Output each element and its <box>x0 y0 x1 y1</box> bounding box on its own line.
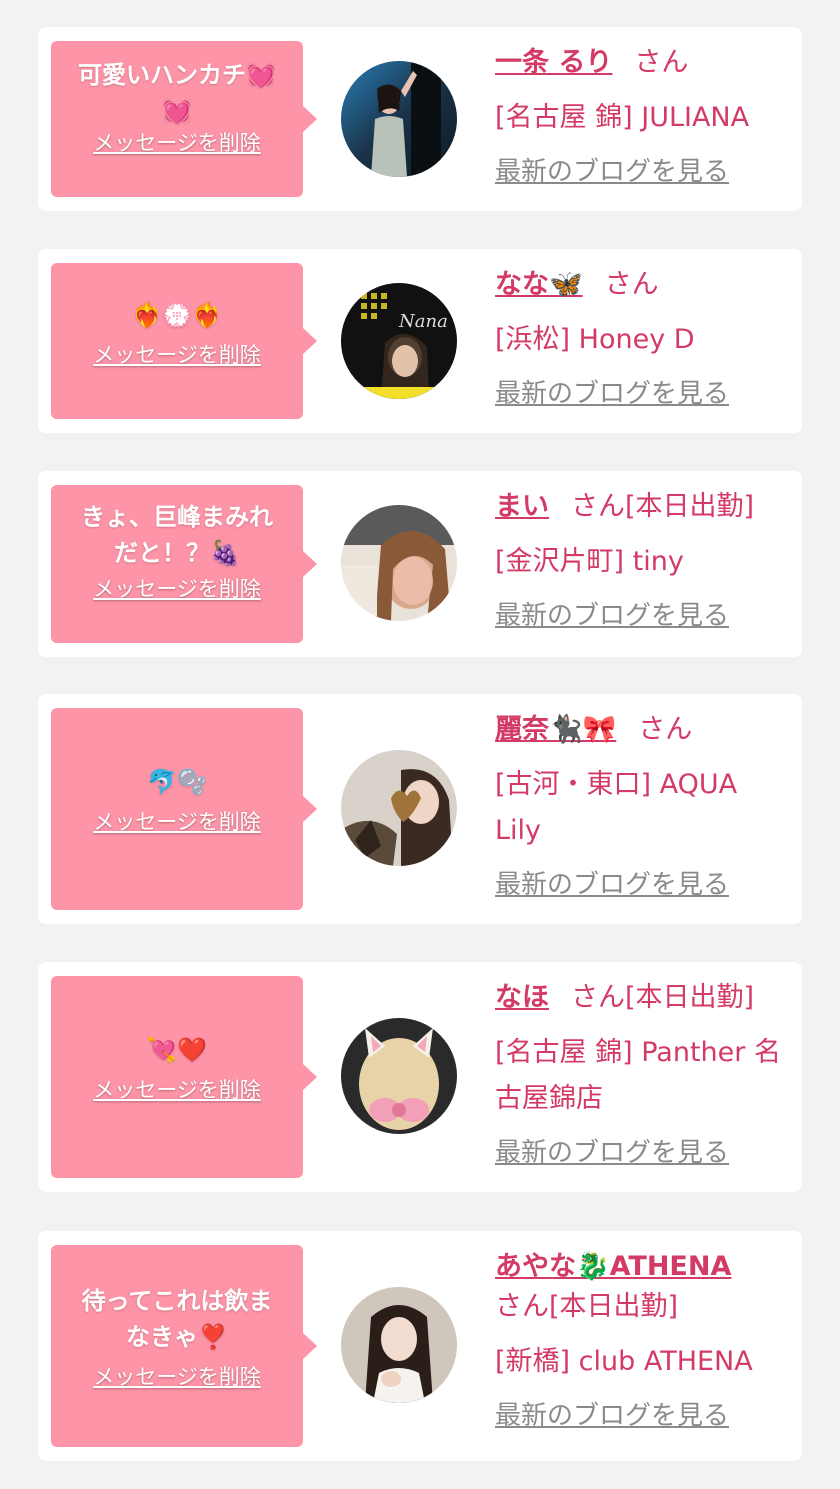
cast-info: 一条 るり さん [名古屋 錦] JULIANA 最新のブログを見る <box>495 43 790 189</box>
avatar[interactable] <box>341 1018 457 1134</box>
status-badge: [本日出勤] <box>549 1291 679 1322</box>
blog-link[interactable]: 最新のブログを見る <box>495 377 790 411</box>
delete-message-link[interactable]: メッセージを削除 <box>63 129 291 157</box>
honorific: さん <box>638 714 693 745</box>
shop-name: [名古屋 錦] JULIANA <box>495 102 750 133</box>
cast-name-link[interactable]: 麗奈🐈‍⬛🎀 <box>495 714 616 745</box>
message-bubble: 💘❤️ メッセージを削除 <box>51 976 317 1178</box>
honorific: さん <box>571 491 625 522</box>
message-bubble: ❤️‍🔥💮❤️‍🔥 メッセージを削除 <box>51 263 317 419</box>
message-text: だと！？🍇 <box>114 539 240 567</box>
woman-photo-icon <box>341 750 457 866</box>
message-bubble: 🐬🫧 メッセージを削除 <box>51 708 317 910</box>
honorific: さん <box>495 1291 549 1322</box>
delete-message-link[interactable]: メッセージを削除 <box>63 1076 291 1104</box>
message-text: きょ、巨峰まみれ <box>81 503 273 531</box>
woman-photo-icon <box>341 1018 457 1134</box>
cast-info: なな🦋 さん [浜松] Honey D 最新のブログを見る <box>495 265 790 411</box>
honorific: さん <box>571 982 625 1013</box>
cast-info: あやな🐉ATHENA さん[本日出勤] [新橋] club ATHENA 最新の… <box>495 1247 790 1433</box>
delete-message-link[interactable]: メッセージを削除 <box>63 808 291 836</box>
avatar[interactable] <box>341 61 457 177</box>
shop-name: [金沢片町] tiny <box>495 546 684 577</box>
woman-photo-icon <box>341 1287 457 1403</box>
cast-name-link[interactable]: まい <box>495 491 549 522</box>
shop-name: [古河・東口] AQUA <box>495 769 738 800</box>
blog-link[interactable]: 最新のブログを見る <box>495 1136 790 1170</box>
message-text: ❤️‍🔥💮❤️‍🔥 <box>132 301 222 329</box>
cast-info: まい さん[本日出勤] [金沢片町] tiny 最新のブログを見る <box>495 487 790 633</box>
svg-text:Nana: Nana <box>398 311 448 332</box>
honorific: さん <box>604 269 659 300</box>
message-card: 🐬🫧 メッセージを削除 麗奈🐈‍⬛🎀 さん [古河・東口] AQUA Lily 最… <box>38 694 802 924</box>
woman-photo-icon: Nana <box>341 283 457 399</box>
woman-photo-icon <box>341 61 457 177</box>
shop-name: Lily <box>495 815 542 846</box>
delete-message-link[interactable]: メッセージを削除 <box>63 1363 291 1391</box>
shop-name: 古屋錦店 <box>495 1083 603 1114</box>
message-card: 待ってこれは飲ま なきゃ❣️ メッセージを削除 あやな🐉ATHENA さん[本日… <box>38 1231 802 1461</box>
cast-name-link[interactable]: なな🦋 <box>495 269 583 300</box>
message-text: なきゃ❣️ <box>126 1323 228 1351</box>
message-text: 💘❤️ <box>147 1036 207 1064</box>
message-card: きょ、巨峰まみれ だと！？🍇 メッセージを削除 まい さん[本日出勤] [金沢片町… <box>38 471 802 657</box>
shop-name: [名古屋 錦] Panther 名 <box>495 1037 781 1068</box>
message-text: 可愛いハンカチ💓 <box>78 61 276 89</box>
delete-message-link[interactable]: メッセージを削除 <box>63 341 291 369</box>
avatar[interactable] <box>341 1287 457 1403</box>
shop-name: [浜松] Honey D <box>495 324 695 355</box>
cast-info: 麗奈🐈‍⬛🎀 さん [古河・東口] AQUA Lily 最新のブログを見る <box>495 710 790 902</box>
avatar[interactable]: Nana <box>341 283 457 399</box>
blog-link[interactable]: 最新のブログを見る <box>495 1399 790 1433</box>
avatar[interactable] <box>341 750 457 866</box>
message-card: ❤️‍🔥💮❤️‍🔥 メッセージを削除 Nana なな🦋 さん [浜松] Honey… <box>38 249 802 433</box>
message-text: 💓 <box>162 97 192 125</box>
message-text: 🐬🫧 <box>147 768 207 796</box>
status-badge: [本日出勤] <box>625 982 755 1013</box>
cast-name-link[interactable]: 一条 るり <box>495 47 612 78</box>
cast-name-link[interactable]: なほ <box>495 982 549 1013</box>
cast-info: なほ さん[本日出勤] [名古屋 錦] Panther 名 古屋錦店 最新のブログ… <box>495 978 790 1170</box>
cast-name-link[interactable]: あやな🐉ATHENA <box>495 1251 731 1282</box>
message-card: 可愛いハンカチ💓 💓 メッセージを削除 一条 るり さん [名古屋 錦] JULI… <box>38 27 802 211</box>
blog-link[interactable]: 最新のブログを見る <box>495 155 790 189</box>
delete-message-link[interactable]: メッセージを削除 <box>63 575 291 603</box>
woman-photo-icon <box>341 505 457 621</box>
message-bubble: 待ってこれは飲ま なきゃ❣️ メッセージを削除 <box>51 1245 317 1447</box>
status-badge: [本日出勤] <box>625 491 755 522</box>
message-bubble: 可愛いハンカチ💓 💓 メッセージを削除 <box>51 41 317 197</box>
blog-link[interactable]: 最新のブログを見る <box>495 868 790 902</box>
message-card: 💘❤️ メッセージを削除 なほ さん[本日出勤] [名古屋 錦] Panther … <box>38 962 802 1192</box>
message-text: 待ってこれは飲ま <box>81 1287 273 1315</box>
honorific: さん <box>634 47 689 78</box>
blog-link[interactable]: 最新のブログを見る <box>495 599 790 633</box>
shop-name: [新橋] club ATHENA <box>495 1346 753 1377</box>
message-bubble: きょ、巨峰まみれ だと！？🍇 メッセージを削除 <box>51 485 317 643</box>
avatar[interactable] <box>341 505 457 621</box>
